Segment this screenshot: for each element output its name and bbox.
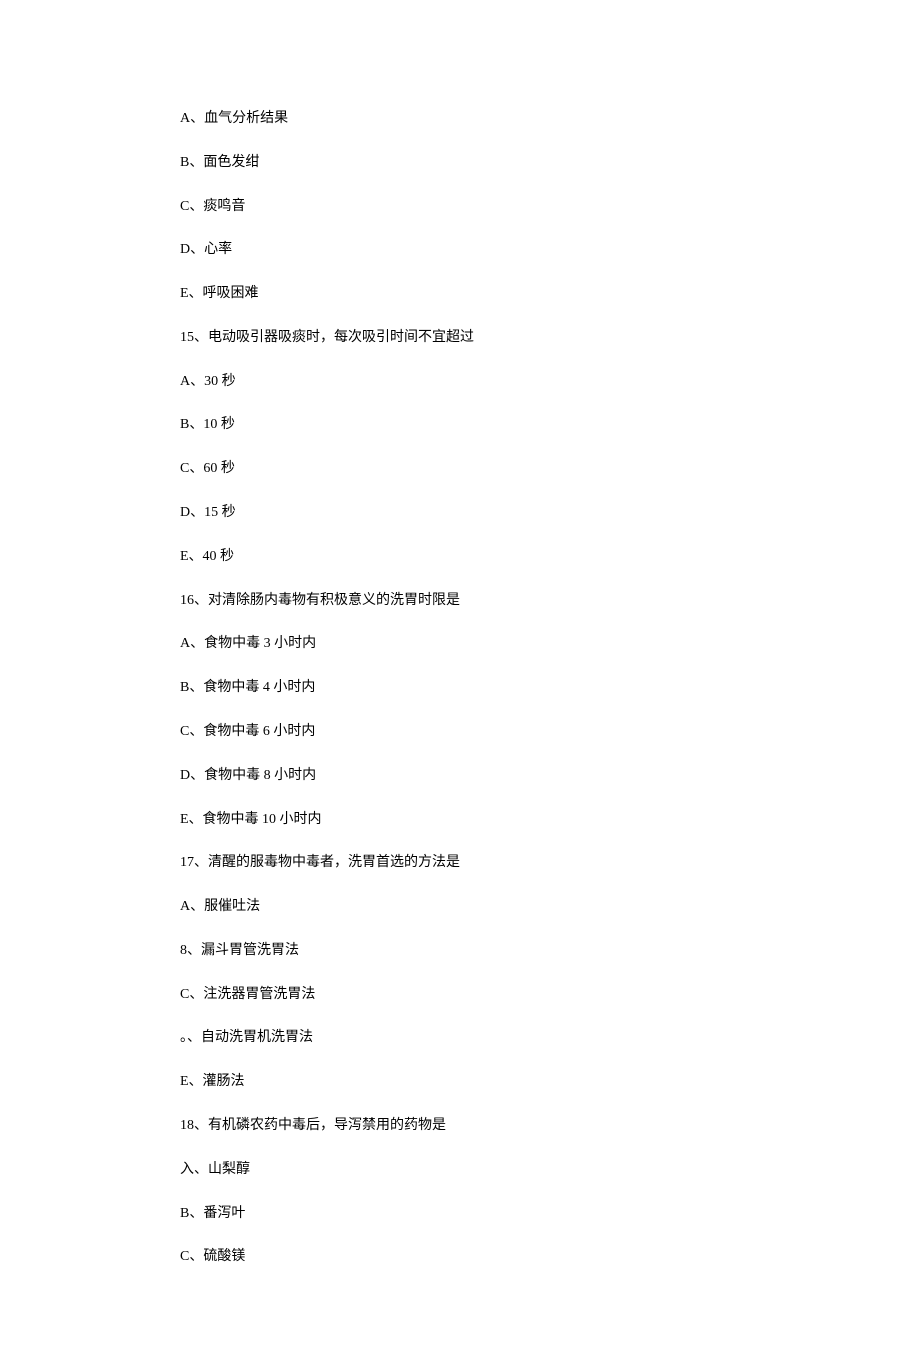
- option-text: B、番泻叶: [180, 1205, 740, 1223]
- option-text: E、40 秒: [180, 548, 740, 566]
- option-text: 8、漏斗胃管洗胃法: [180, 942, 740, 960]
- option-text: C、痰鸣音: [180, 198, 740, 216]
- question-text: 18、有机磷农药中毒后，导泻禁用的药物是: [180, 1117, 740, 1135]
- question-text: 17、清醒的服毒物中毒者，洗胃首选的方法是: [180, 854, 740, 872]
- option-text: 。、自动洗胃机洗胃法: [180, 1029, 740, 1047]
- option-text: E、呼吸困难: [180, 285, 740, 303]
- question-text: 15、电动吸引器吸痰时，每次吸引时间不宜超过: [180, 329, 740, 347]
- option-text: A、食物中毒 3 小时内: [180, 635, 740, 653]
- option-text: B、食物中毒 4 小时内: [180, 679, 740, 697]
- option-text: E、灌肠法: [180, 1073, 740, 1091]
- option-text: B、面色发绀: [180, 154, 740, 172]
- option-text: D、15 秒: [180, 504, 740, 522]
- option-text: C、60 秒: [180, 460, 740, 478]
- option-text: A、30 秒: [180, 373, 740, 391]
- option-text: D、食物中毒 8 小时内: [180, 767, 740, 785]
- option-text: C、食物中毒 6 小时内: [180, 723, 740, 741]
- option-text: A、血气分析结果: [180, 110, 740, 128]
- option-text: C、注洗器胃管洗胃法: [180, 986, 740, 1004]
- question-text: 16、对清除肠内毒物有积极意义的洗胃时限是: [180, 592, 740, 610]
- option-text: C、硫酸镁: [180, 1248, 740, 1266]
- option-text: E、食物中毒 10 小时内: [180, 811, 740, 829]
- option-text: B、10 秒: [180, 416, 740, 434]
- option-text: D、心率: [180, 241, 740, 259]
- option-text: A、服催吐法: [180, 898, 740, 916]
- document-page: A、血气分析结果 B、面色发绀 C、痰鸣音 D、心率 E、呼吸困难 15、电动吸…: [0, 0, 740, 1352]
- option-text: 入、山梨醇: [180, 1161, 740, 1179]
